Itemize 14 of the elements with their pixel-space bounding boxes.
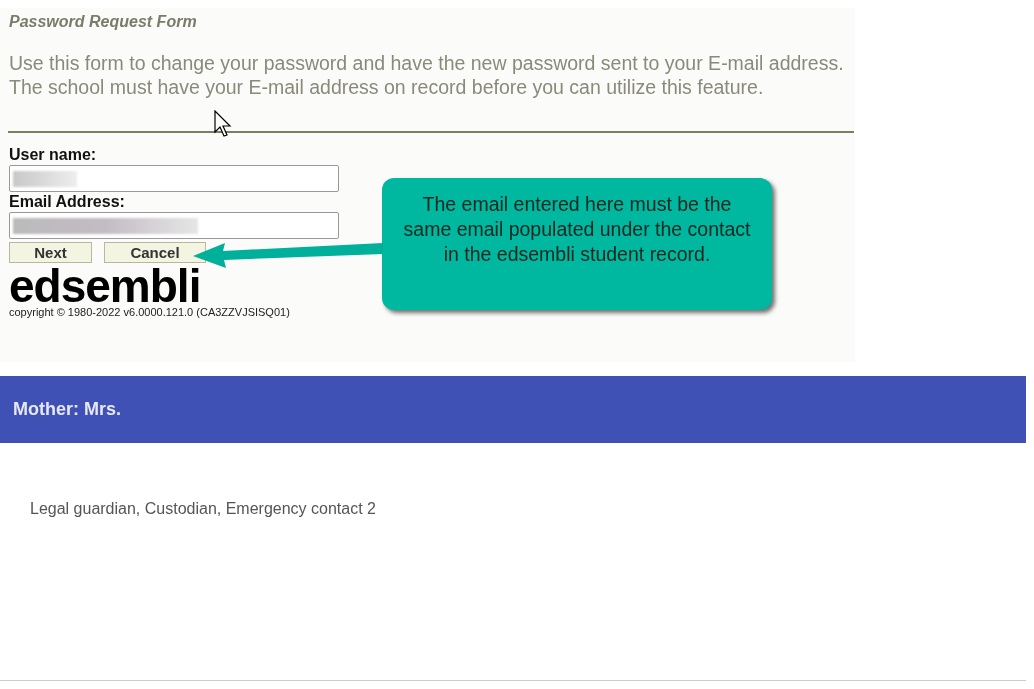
next-button[interactable]: Next (9, 242, 92, 263)
field-label: Email Address: (9, 192, 125, 212)
edsembli-logo: edsembli (9, 266, 201, 306)
callout-box: The email entered here must be the same email populated under the contact in the edsembli student record. (382, 178, 772, 310)
field-label: User name: (9, 145, 97, 165)
form-title: Password Request Form (9, 12, 197, 32)
input-field[interactable] (9, 165, 339, 192)
cancel-button[interactable]: Cancel (104, 242, 206, 263)
input-field[interactable] (9, 212, 339, 239)
copyright-text: copyright © 1980-2022 v6.0000.121.0 (CA3ZZVJSISQ01) (9, 306, 290, 319)
cursor-icon (214, 110, 234, 138)
contact-header: Mother: Mrs. (13, 398, 121, 421)
intro-paragraph: Use this form to change your password and have the new password sent to your E-mail address. The school must have your E-mail address on record before you can utilize this feature. (9, 51, 845, 99)
contact-roles: Legal guardian, Custodian, Emergency contact 2 (30, 499, 376, 519)
